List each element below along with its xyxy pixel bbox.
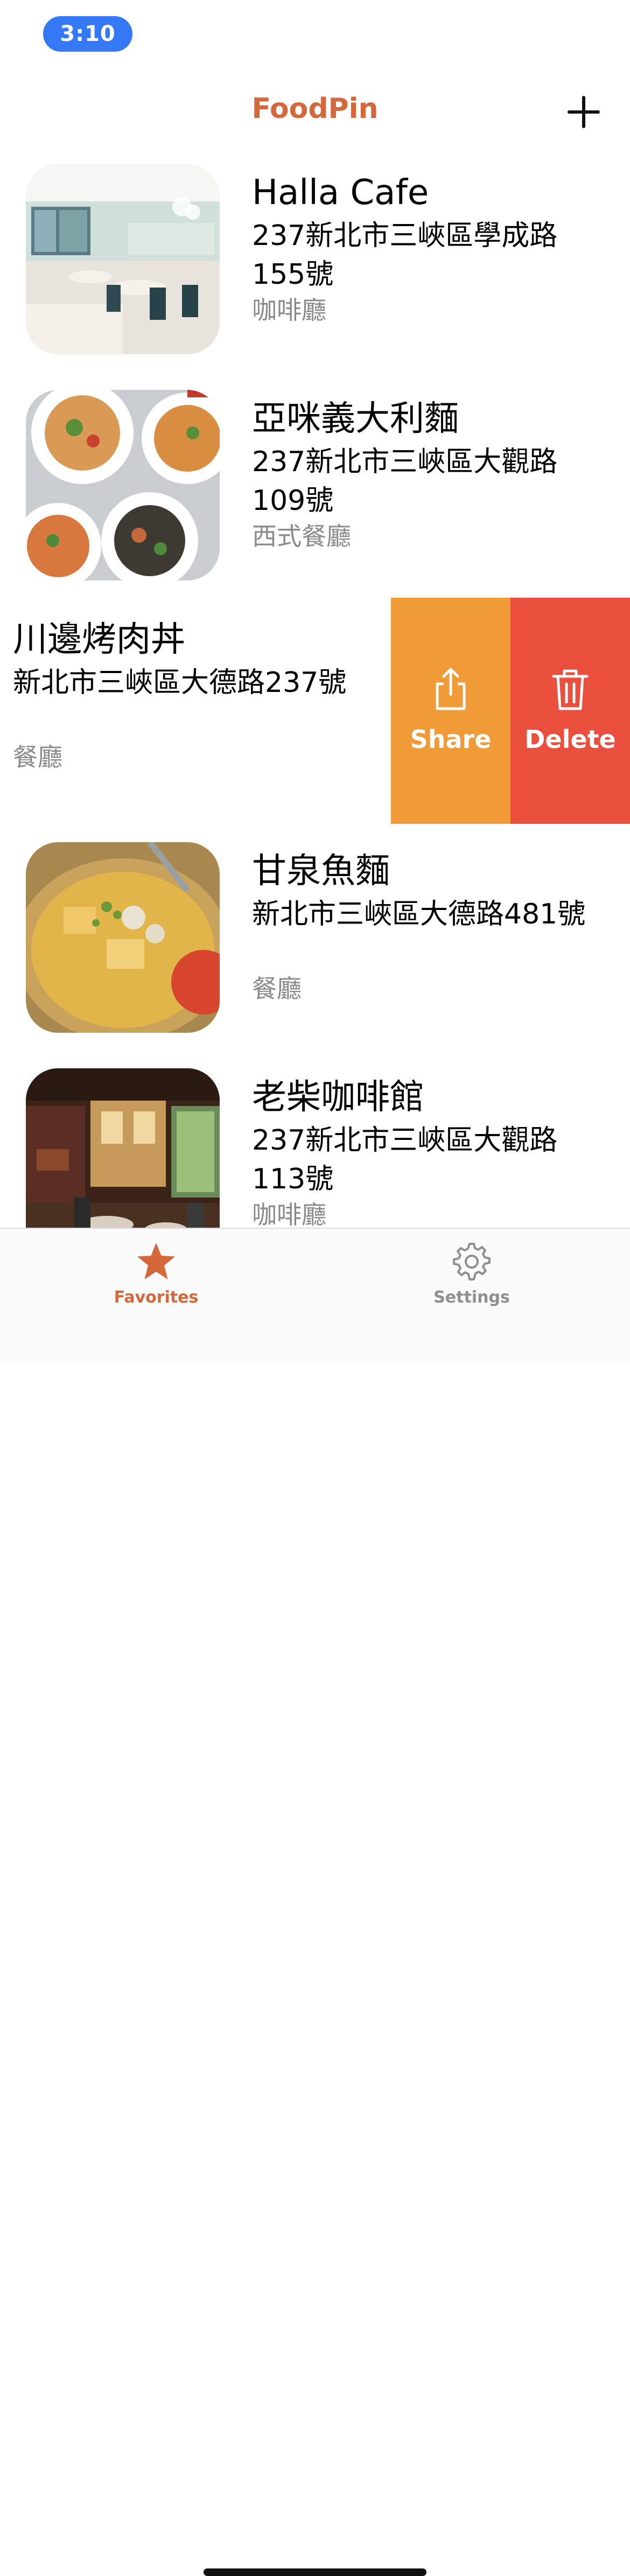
restaurant-name: 老柴咖啡館 <box>252 1077 424 1117</box>
restaurant-address: 新北市三峽區大德路481號 <box>252 898 586 930</box>
tab-favorites[interactable]: Favorites <box>75 1242 237 1312</box>
restaurant-type: 餐廳 <box>252 974 302 1003</box>
list-item[interactable]: 甘泉魚麵 新北市三峽區大德路481號 餐廳 <box>0 829 630 1055</box>
share-icon <box>436 668 466 710</box>
restaurant-name: 亞咪義大利麵 <box>252 399 459 439</box>
page-title: FoodPin <box>251 93 379 125</box>
restaurant-thumbnail <box>26 1068 220 1228</box>
restaurant-address: 237新北市三峽區大觀路109號 <box>252 446 558 517</box>
list-item[interactable]: Halla Cafe 237新北市三峽區學成路155號 咖啡廳 <box>0 151 630 377</box>
trash-icon <box>552 669 589 710</box>
restaurant-thumbnail <box>26 164 220 354</box>
tab-bar: Favorites Settings <box>0 1228 630 2576</box>
share-label: Share <box>410 725 492 754</box>
delete-label: Delete <box>524 725 616 754</box>
restaurant-name: 川邊烤肉丼 <box>13 620 185 660</box>
list-item-swiped[interactable]: 川邊烤肉丼 新北市三峽區大德路237號 餐廳 Share Delete <box>0 598 630 824</box>
restaurant-address: 237新北市三峽區大觀路113號 <box>252 1124 558 1195</box>
delete-button[interactable]: Delete <box>510 598 630 824</box>
restaurant-list[interactable]: Halla Cafe 237新北市三峽區學成路155號 咖啡廳 亞咪義大利麵 2… <box>0 0 630 1228</box>
add-restaurant-button[interactable] <box>566 95 601 129</box>
restaurant-type: 餐廳 <box>13 743 62 772</box>
tab-settings-label: Settings <box>433 1288 510 1307</box>
restaurant-name: Halla Cafe <box>252 173 429 213</box>
gear-icon <box>453 1243 491 1280</box>
share-button[interactable]: Share <box>391 598 510 824</box>
tab-favorites-label: Favorites <box>114 1288 199 1307</box>
restaurant-address: 237新北市三峽區學成路155號 <box>252 220 558 291</box>
restaurant-type: 西式餐廳 <box>252 522 351 551</box>
restaurant-thumbnail <box>26 842 220 1033</box>
restaurant-type: 咖啡廳 <box>252 296 326 325</box>
star-icon <box>137 1243 175 1279</box>
restaurant-name: 甘泉魚麵 <box>252 851 390 891</box>
list-item[interactable]: 亞咪義大利麵 237新北市三峽區大觀路109號 西式餐廳 <box>0 377 630 603</box>
restaurant-type: 咖啡廳 <box>252 1200 326 1228</box>
tab-settings[interactable]: Settings <box>391 1242 552 1312</box>
restaurant-address: 新北市三峽區大德路237號 <box>13 667 347 699</box>
restaurant-thumbnail <box>26 390 220 580</box>
list-item[interactable]: 老柴咖啡館 237新北市三峽區大觀路113號 咖啡廳 <box>0 1055 630 1228</box>
home-indicator[interactable] <box>204 2568 426 2576</box>
